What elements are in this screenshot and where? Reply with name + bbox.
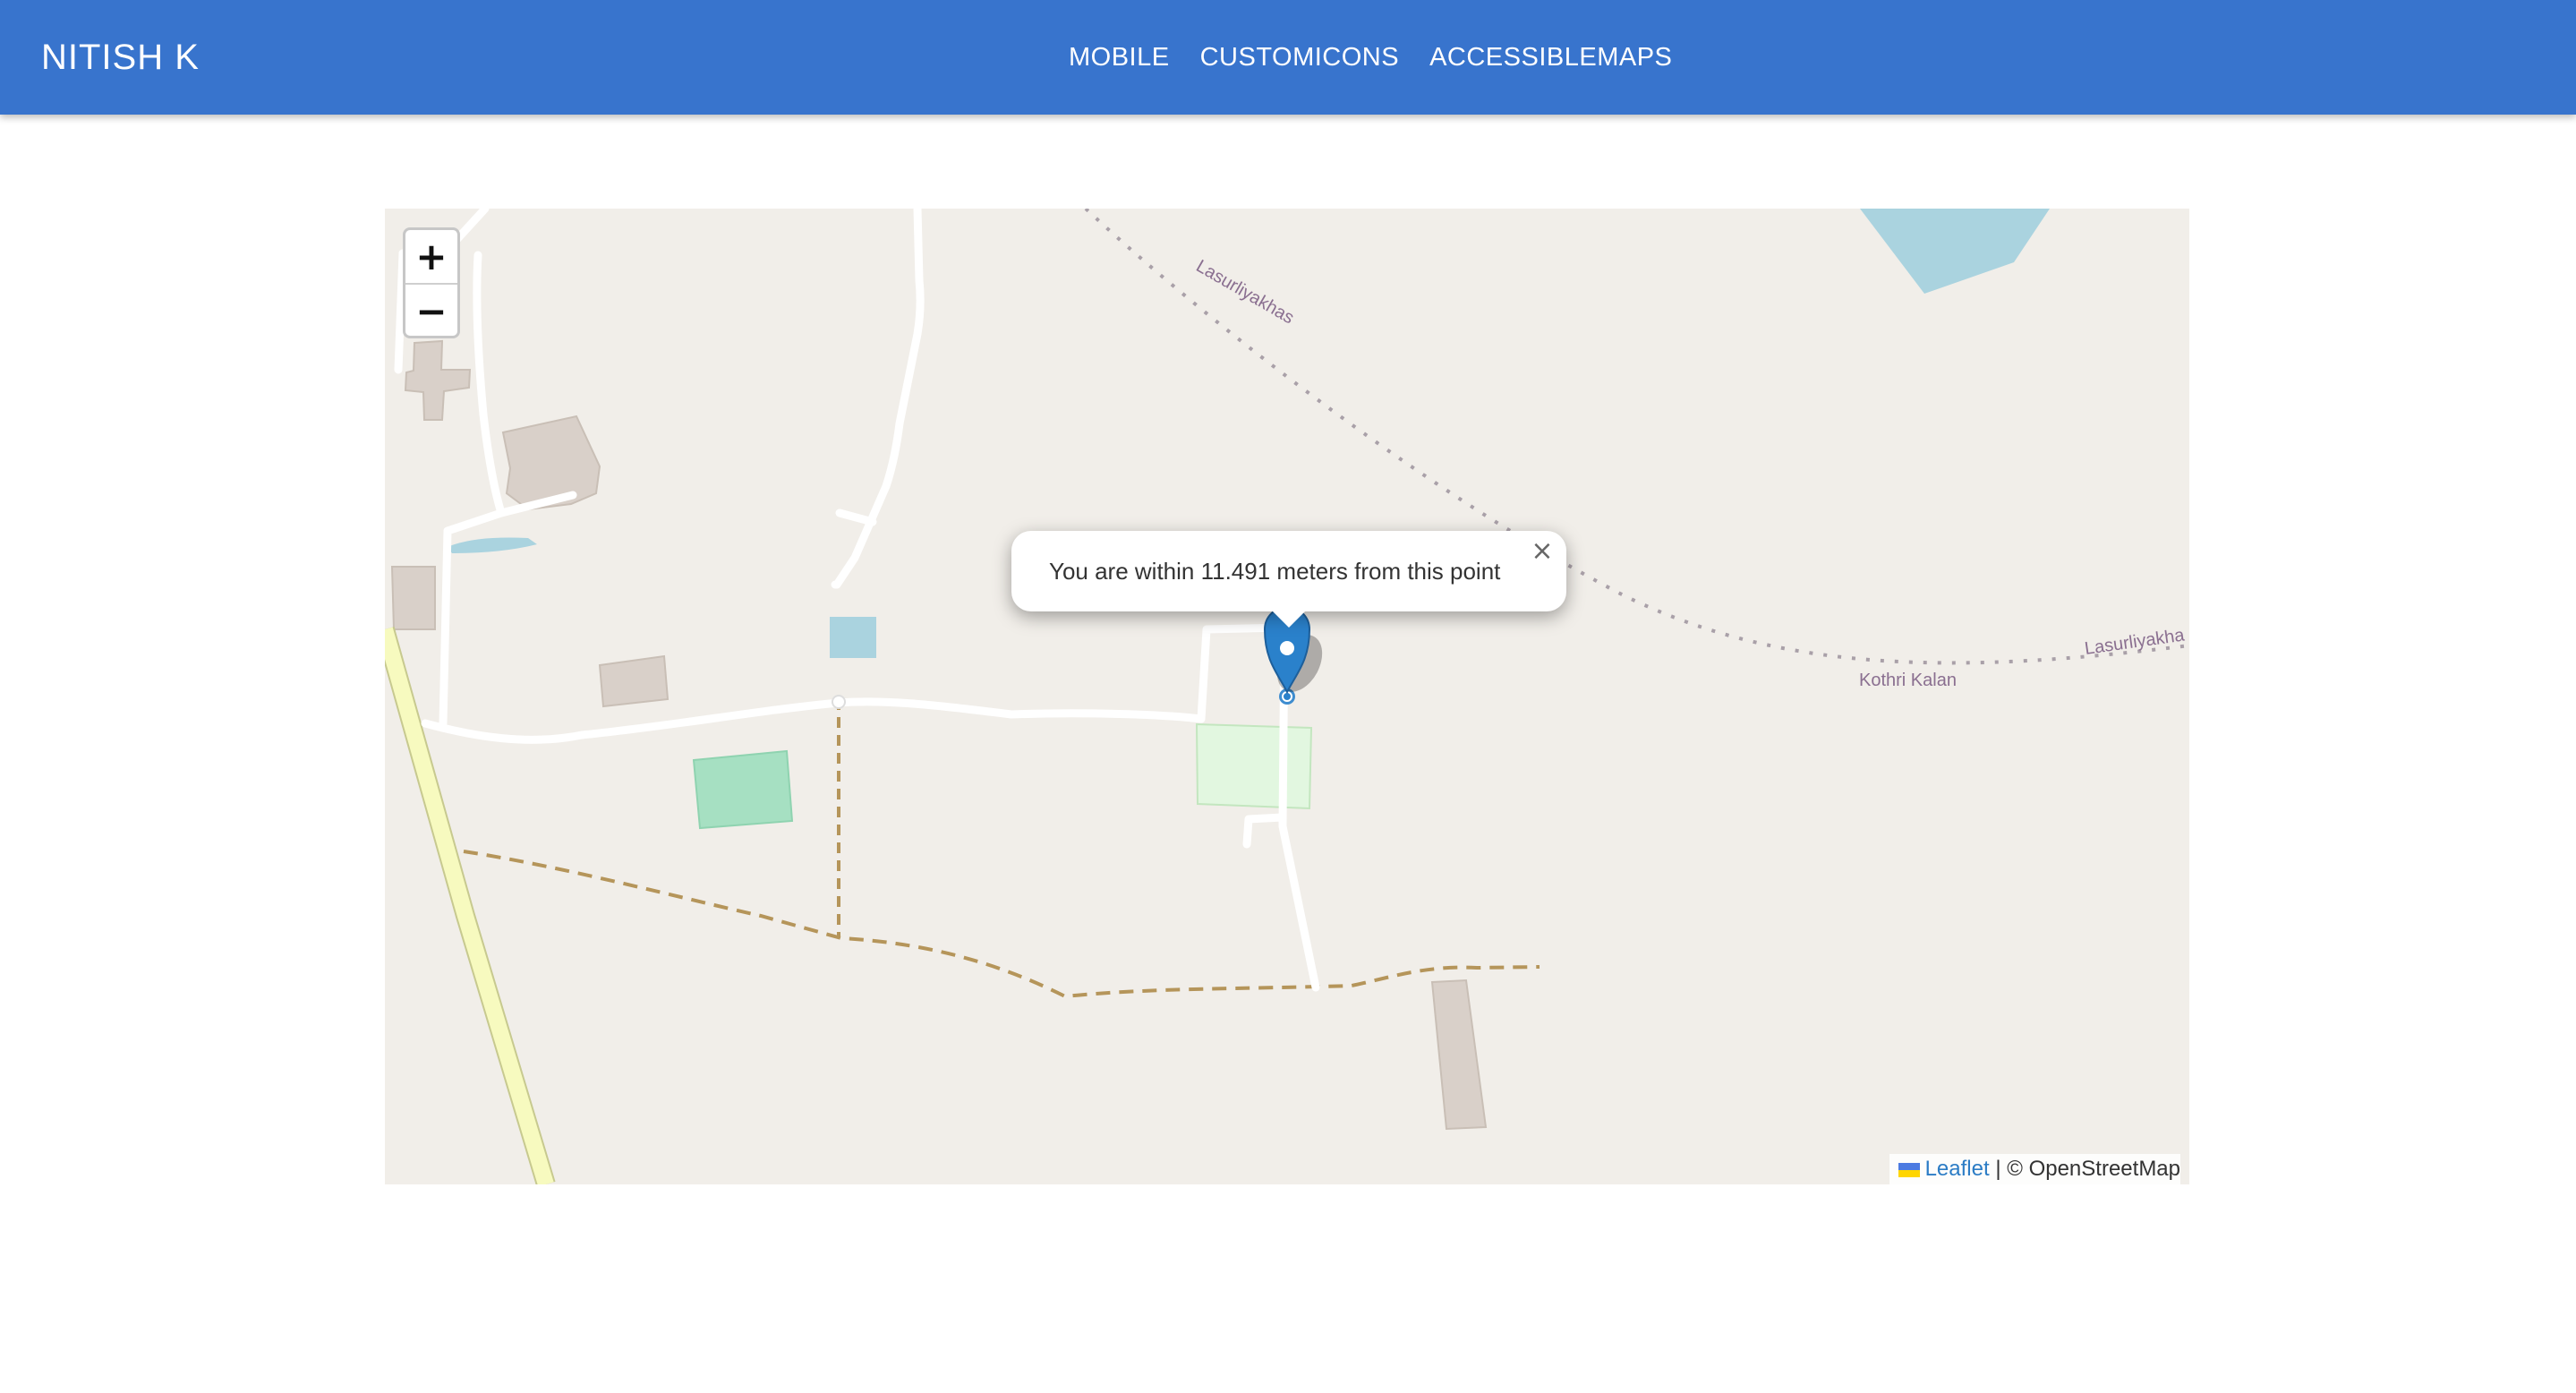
location-popup: You are within 11.491 meters from this p… bbox=[1011, 531, 1566, 628]
nav-link-accessiblemaps[interactable]: ACCESSIBLEMAPS bbox=[1429, 43, 1672, 73]
map-tiles: Lasurliyakhas Lasurliyakha Kothri Kalan bbox=[385, 209, 2189, 1184]
grass bbox=[1195, 722, 1313, 810]
popup-close-icon[interactable]: × bbox=[1529, 538, 1556, 565]
track bbox=[463, 850, 1540, 999]
map-container[interactable]: Lasurliyakhas Lasurliyakha Kothri Kalan … bbox=[385, 209, 2189, 1184]
primary-road bbox=[385, 627, 554, 1184]
attribution-separator: | bbox=[1995, 1157, 2001, 1181]
zoom-in-button[interactable]: + bbox=[405, 230, 457, 285]
popup-message: You are within 11.491 meters from this p… bbox=[1049, 558, 1501, 585]
road bbox=[1242, 813, 1287, 849]
ukraine-flag-icon bbox=[1898, 1162, 1920, 1177]
building bbox=[1430, 979, 1488, 1131]
road bbox=[831, 209, 925, 589]
junction bbox=[832, 695, 846, 709]
app-header: NITISH K MOBILE CUSTOMICONS ACCESSIBLEMA… bbox=[0, 0, 2576, 115]
park bbox=[692, 749, 794, 830]
zoom-out-button[interactable]: − bbox=[405, 285, 457, 336]
leaflet-link[interactable]: Leaflet bbox=[1925, 1157, 1990, 1181]
map-attribution: Leaflet | © OpenStreetMap bbox=[1889, 1154, 2180, 1184]
road bbox=[835, 508, 877, 526]
zoom-control: + − bbox=[403, 227, 460, 338]
lake bbox=[1860, 209, 2050, 294]
popup-tip bbox=[1271, 610, 1307, 628]
building bbox=[501, 414, 601, 511]
pond bbox=[448, 537, 537, 553]
place-label: Lasurliyakha bbox=[2084, 625, 2187, 659]
nav-link-mobile[interactable]: MOBILE bbox=[1069, 43, 1170, 73]
building bbox=[598, 654, 670, 708]
main-nav: MOBILE CUSTOMICONS ACCESSIBLEMAPS bbox=[1069, 0, 1702, 115]
place-label: Lasurliyakhas bbox=[1193, 256, 1298, 328]
nav-link-customicons[interactable]: CUSTOMICONS bbox=[1200, 43, 1399, 73]
brand-title[interactable]: NITISH K bbox=[41, 0, 200, 115]
road bbox=[421, 697, 1206, 744]
building bbox=[390, 566, 436, 630]
water-tank bbox=[830, 617, 876, 658]
building bbox=[404, 339, 472, 421]
osm-attribution[interactable]: © OpenStreetMap bbox=[2007, 1157, 2180, 1181]
place-label: Kothri Kalan bbox=[1859, 671, 1957, 690]
